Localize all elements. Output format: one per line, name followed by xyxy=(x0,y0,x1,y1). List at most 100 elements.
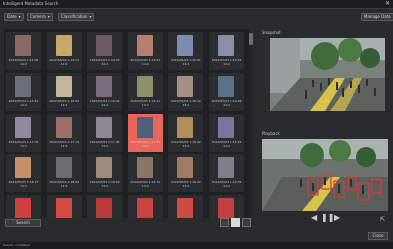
thumbnail-item[interactable]: 2022/05/03 1:16:32 14:2 xyxy=(168,72,204,111)
thumbnail-seconds: 14:2 xyxy=(101,143,109,148)
thumbnail-item[interactable] xyxy=(87,195,123,218)
playback-label: Playback xyxy=(262,131,280,136)
thumbnail-item[interactable]: 2022/05/03 1:14:54 14:2 xyxy=(127,32,163,70)
thumbnail-image xyxy=(55,157,72,179)
status-bar: Search completed xyxy=(0,242,393,249)
thumbnail-image xyxy=(177,75,194,97)
thumbnail-item[interactable]: 2022/05/03 1:14:22 14:2 xyxy=(46,32,82,70)
thumbnail-item[interactable] xyxy=(168,195,204,218)
thumbnail-seconds: 14:2 xyxy=(141,184,149,189)
thumbnail-seconds: 14:2 xyxy=(60,102,68,107)
thumbnail-seconds: 14:2 xyxy=(20,143,27,148)
date-filter-label: Date xyxy=(7,14,17,19)
thumbnail-image xyxy=(96,116,113,138)
thumbnail-item[interactable]: 2022/05/03 1:18:02 14:2 xyxy=(168,113,204,152)
thumbnail-seconds: 14:2 xyxy=(223,143,230,148)
thumbnail-image xyxy=(177,116,194,138)
thumbnail-item[interactable]: 2022/05/03 1:19:10 14:2 xyxy=(127,154,163,193)
results-scrollbar[interactable] xyxy=(249,31,253,217)
thumbnail-item[interactable]: 2022/05/03 1:15:22 14:2 xyxy=(209,32,244,70)
thumbnail-image xyxy=(177,198,194,218)
thumbnail-seconds: 14:2 xyxy=(182,143,190,148)
search-button[interactable]: Search xyxy=(5,219,41,227)
thumbnail-image xyxy=(15,157,31,179)
thumbnail-item[interactable]: 2022/05/03 1:18:59 14:2 xyxy=(87,154,123,193)
thumbnail-image xyxy=(96,198,113,218)
thumbnail-item[interactable] xyxy=(209,195,244,218)
close-icon[interactable]: ✕ xyxy=(385,0,390,8)
thumbnail-item[interactable]: 2022/05/03 1:18:27 14:2 xyxy=(6,154,41,193)
next-icon[interactable]: ▶ xyxy=(334,214,340,222)
thumbnail-item[interactable] xyxy=(127,195,163,218)
thumbnail-item[interactable]: 2022/05/03 1:14:05 14:2 xyxy=(6,32,41,70)
thumbnail-item[interactable]: 2022/05/03 1:16:11 14:2 xyxy=(127,72,163,111)
scrollbar-thumb[interactable] xyxy=(249,33,253,45)
thumbnail-item[interactable]: 2022/05/03 1:19:22 14:2 xyxy=(168,154,204,193)
date-filter-button[interactable]: Date ▾ xyxy=(4,13,24,21)
thumbnail-item[interactable]: 2022/05/03 1:17:44 14:2 xyxy=(127,113,163,152)
export-icon[interactable]: ⇱ xyxy=(380,216,385,223)
thumbnail-item[interactable]: 2022/05/03 1:15:41 14:2 xyxy=(6,72,41,111)
thumbnail-item[interactable]: 2022/05/03 1:17:35 14:2 xyxy=(87,113,123,152)
thumbnail-image xyxy=(136,75,153,97)
thumbnail-image xyxy=(15,75,31,97)
thumbnail-seconds: 14:2 xyxy=(101,102,109,107)
thumbnail-image xyxy=(96,157,113,179)
thumbnail-item[interactable]: 2022/05/03 1:16:02 14:2 xyxy=(87,72,123,111)
thumbnail-seconds: 14:2 xyxy=(60,143,68,148)
thumbnail-seconds: 14:2 xyxy=(182,102,190,107)
view-mode-3-button[interactable] xyxy=(242,218,251,227)
thumbnail-image xyxy=(136,198,153,218)
thumbnail-seconds: 14:2 xyxy=(60,184,68,189)
playback-scene xyxy=(262,139,388,211)
thumbnail-item[interactable]: 2022/05/03 1:18:15 14:2 xyxy=(209,113,244,152)
thumbnail-image xyxy=(177,35,194,56)
thumbnail-seconds: 14:2 xyxy=(141,102,149,107)
thumbnail-item[interactable]: 2022/05/03 1:17:03 14:2 xyxy=(6,113,41,152)
thumbnail-item[interactable]: 2022/05/03 1:15:01 14:2 xyxy=(168,32,204,70)
thumbnail-image xyxy=(55,35,72,56)
thumbnail-image xyxy=(218,157,234,179)
thumbnail-seconds: 14:2 xyxy=(60,62,68,66)
thumbnail-image xyxy=(177,157,194,179)
thumbnail-seconds: 14:2 xyxy=(101,184,109,189)
thumbnail-image xyxy=(218,198,234,218)
snapshot-scene xyxy=(270,38,385,111)
thumbnail-item[interactable]: 2022/05/03 1:19:35 14:2 xyxy=(209,154,244,193)
thumbnail-item[interactable] xyxy=(6,195,41,218)
thumbnail-item[interactable]: 2022/05/03 1:17:19 14:2 xyxy=(46,113,82,152)
thumbnail-seconds: 14:2 xyxy=(223,62,230,66)
view-mode-2-button[interactable] xyxy=(231,218,240,227)
thumbnail-item[interactable]: 2022/05/03 1:16:49 14:2 xyxy=(209,72,244,111)
thumbnail-item[interactable] xyxy=(46,195,82,218)
thumbnail-seconds: 14:2 xyxy=(20,184,27,189)
manage-data-button[interactable]: Manage Data xyxy=(361,13,393,21)
thumbnail-seconds: 14:2 xyxy=(141,62,149,66)
thumbnail-item[interactable]: 2022/05/03 1:18:44 14:2 xyxy=(46,154,82,193)
thumbnail-image xyxy=(55,116,72,138)
thumbnail-seconds: 14:2 xyxy=(101,62,109,66)
title-bar: Intelligent Metadata Search ✕ xyxy=(0,0,393,9)
playback-video xyxy=(262,139,388,211)
thumbnail-image xyxy=(218,35,234,56)
thumbnail-image xyxy=(15,35,31,56)
close-button[interactable]: Close xyxy=(368,232,388,240)
thumbnail-image xyxy=(136,116,153,138)
thumbnail-item[interactable]: 2022/05/03 1:15:54 14:2 xyxy=(46,72,82,111)
thumbnail-image xyxy=(218,116,234,138)
thumbnail-seconds: 14:2 xyxy=(20,62,27,66)
chevron-down-icon: ▾ xyxy=(47,14,50,19)
thumbnail-item[interactable]: 2022/05/03 1:14:33 14:2 xyxy=(87,32,123,70)
thumbnail-image xyxy=(15,198,31,218)
thumbnail-seconds: 14:2 xyxy=(182,184,190,189)
camera-filter-label: Camera xyxy=(30,14,46,19)
pause-icon[interactable]: ❚❚ xyxy=(321,214,334,222)
camera-filter-button[interactable]: Camera ▾ xyxy=(27,13,53,21)
thumbnail-image xyxy=(218,75,234,97)
view-mode-1-button[interactable] xyxy=(220,218,229,227)
previous-icon[interactable]: ◀ xyxy=(311,214,317,222)
classification-filter-button[interactable]: Classification ▾ xyxy=(58,13,95,21)
chevron-down-icon: ▾ xyxy=(18,14,21,19)
thumbnail-seconds: 14:2 xyxy=(20,102,27,107)
thumbnail-image xyxy=(55,75,72,97)
